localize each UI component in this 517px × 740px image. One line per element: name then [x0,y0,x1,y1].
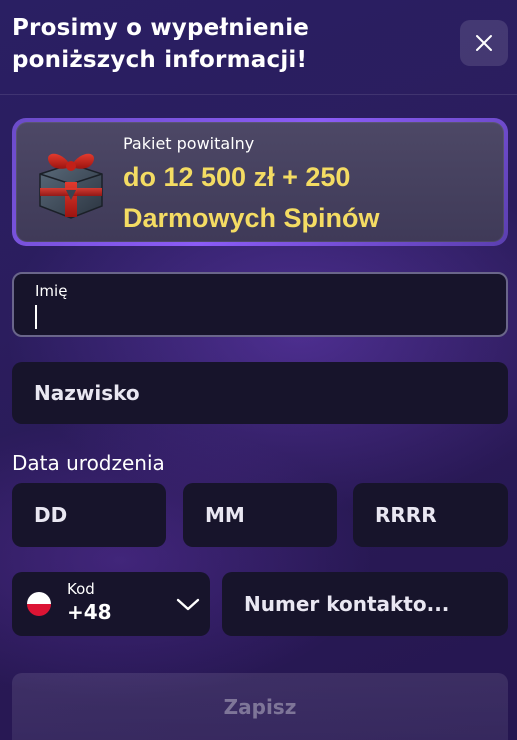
country-code-select[interactable]: Kod +48 [12,572,210,636]
first-name-field[interactable]: Imię [12,272,508,337]
gift-icon [39,153,103,219]
promo-amount-line-1: do 12 500 zł + 250 [123,162,351,192]
text-cursor [35,305,37,329]
close-icon [476,35,492,51]
last-name-field[interactable]: Nazwisko [12,362,508,424]
phone-number-field[interactable]: Numer kontakto... [222,572,508,636]
birth-year-placeholder: RRRR [375,503,437,527]
country-code-value: +48 [67,600,112,624]
last-name-placeholder: Nazwisko [34,381,140,405]
welcome-bonus-banner: Pakiet powitalny do 12 500 zł + 250 Darm… [12,118,508,246]
save-button[interactable]: Zapisz [12,673,508,740]
birth-month-field[interactable]: MM [183,483,337,547]
promo-label: Pakiet powitalny [123,134,255,153]
page-title: Prosimy o wypełnienie poniższych informa… [12,12,432,76]
promo-amount: do 12 500 zł + 250 Darmowych Spinów [123,157,498,239]
chevron-down-icon [176,598,200,611]
country-code-label: Kod [67,580,95,598]
save-button-label: Zapisz [223,694,297,719]
birth-month-placeholder: MM [205,503,245,527]
welcome-bonus-card: Pakiet powitalny do 12 500 zł + 250 Darm… [16,122,504,242]
birth-day-field[interactable]: DD [12,483,166,547]
promo-amount-line-2: Darmowych Spinów [123,203,380,233]
poland-flag-icon [27,592,51,616]
birth-date-label: Data urodzenia [12,451,165,475]
first-name-label: Imię [35,282,68,300]
title-line-2: poniższych informacji! [12,47,308,73]
title-line-1: Prosimy o wypełnienie [12,15,310,41]
birth-year-field[interactable]: RRRR [353,483,508,547]
birth-day-placeholder: DD [34,503,68,527]
phone-number-placeholder: Numer kontakto... [244,592,450,616]
modal-header: Prosimy o wypełnienie poniższych informa… [0,0,517,95]
close-button[interactable] [460,20,508,66]
